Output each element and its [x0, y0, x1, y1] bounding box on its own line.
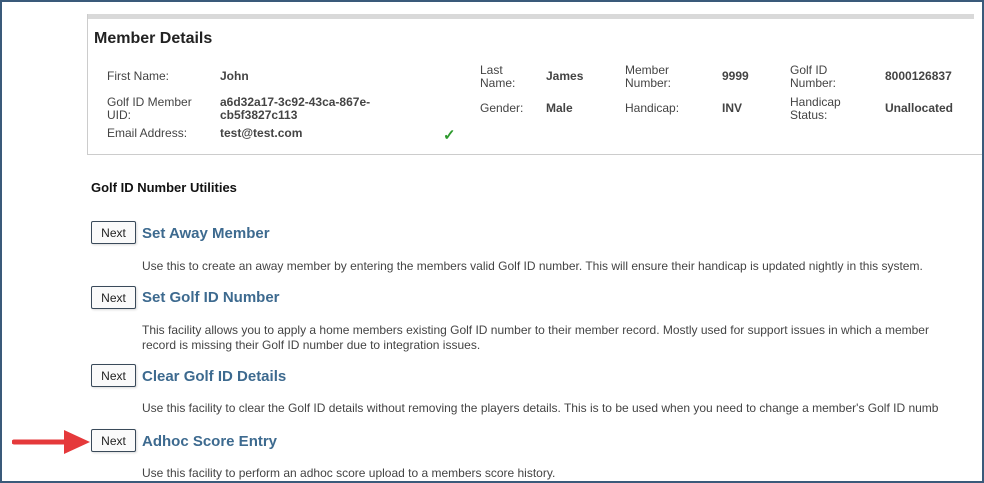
first-name-value: John [220, 69, 249, 83]
set-away-member-description: Use this to create an away member by ent… [142, 259, 923, 273]
first-name-label: First Name: [107, 69, 170, 83]
email-value: test@test.com [220, 126, 303, 140]
utilities-section-title: Golf ID Number Utilities [91, 180, 237, 195]
member-number-value: 9999 [722, 69, 749, 83]
set-golf-id-number-next-button[interactable]: Next [91, 286, 136, 309]
last-name-label: Last Name: [480, 63, 516, 90]
handicap-label: Handicap: [625, 101, 680, 115]
golf-id-uid-value: a6d32a17-3c92-43ca-867e- cb5f3827c113 [220, 95, 371, 122]
member-number-label: Member Number: [625, 63, 672, 90]
set-golf-id-number-title[interactable]: Set Golf ID Number [142, 289, 280, 306]
member-details-panel: Member Details First Name: John Golf ID … [87, 14, 982, 155]
set-away-member-next-button[interactable]: Next [91, 221, 136, 244]
clear-golf-id-details-description: Use this facility to clear the Golf ID d… [142, 401, 939, 415]
email-label: Email Address: [107, 126, 188, 140]
handicap-value: INV [722, 101, 743, 115]
handicap-status-label: Handicap Status: [790, 95, 841, 122]
panel-top-bar [88, 14, 974, 19]
last-name-value: James [546, 69, 584, 83]
clear-golf-id-details-next-button[interactable]: Next [91, 364, 136, 387]
adhoc-score-entry-description: Use this facility to perform an adhoc sc… [142, 466, 556, 480]
set-golf-id-number-description-line1: This facility allows you to apply a home… [142, 323, 929, 337]
set-golf-id-number-description-line2: record is missing their Golf ID number d… [142, 338, 481, 352]
golf-id-uid-label: Golf ID Member UID: [107, 95, 192, 122]
gender-label: Gender: [480, 101, 524, 115]
gender-value: Male [546, 101, 573, 115]
handicap-status-value: Unallocated [885, 101, 954, 115]
golf-id-number-value: 8000126837 [885, 69, 952, 83]
check-icon: ✓ [443, 127, 456, 144]
golf-id-number-label: Golf ID Number: [790, 63, 837, 90]
set-away-member-title[interactable]: Set Away Member [142, 225, 270, 242]
adhoc-score-entry-next-button[interactable]: Next [91, 429, 136, 452]
adhoc-score-entry-title[interactable]: Adhoc Score Entry [142, 433, 277, 450]
red-arrow-pointer-icon [12, 430, 90, 454]
member-details-title: Member Details [94, 30, 213, 47]
clear-golf-id-details-title[interactable]: Clear Golf ID Details [142, 368, 286, 385]
screenshot-frame: Member Details First Name: John Golf ID … [0, 0, 984, 483]
